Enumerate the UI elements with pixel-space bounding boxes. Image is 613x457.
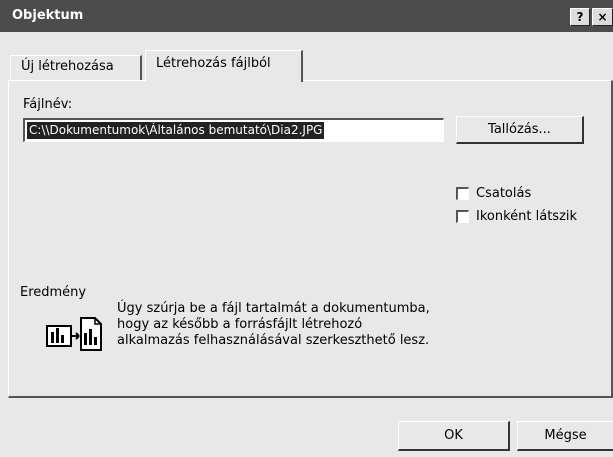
help-button[interactable]: ? bbox=[570, 8, 590, 26]
object-dialog: Objektum ? × Új létrehozása Létrehozás f… bbox=[0, 0, 613, 457]
title-bar: Objektum ? × bbox=[0, 0, 613, 32]
help-icon: ? bbox=[576, 10, 584, 24]
cancel-button-label: Mégse bbox=[544, 428, 587, 443]
filename-label: Fájlnév: bbox=[23, 97, 73, 112]
tab-create-new[interactable]: Új létrehozása bbox=[10, 55, 142, 81]
close-icon: × bbox=[597, 10, 608, 24]
display-as-icon-checkbox-label: Ikonként látszik bbox=[476, 209, 578, 224]
close-button[interactable]: × bbox=[592, 8, 613, 26]
link-checkbox[interactable] bbox=[456, 187, 469, 200]
browse-button-label: Tallózás... bbox=[488, 122, 551, 137]
cancel-button[interactable]: Mégse bbox=[517, 421, 613, 451]
result-line: hogy az később a forrásfájlt létrehozó bbox=[117, 317, 363, 332]
tab-create-new-label: Új létrehozása bbox=[21, 59, 114, 74]
link-checkbox-label: Csatolás bbox=[476, 186, 532, 201]
filename-value: C:\\Dokumentumok\Általános bemutató\Dia2… bbox=[27, 122, 325, 139]
embed-document-icon bbox=[46, 311, 102, 355]
result-description: Úgy szúrja be a fájl tartalmát a dokumen… bbox=[117, 301, 457, 349]
result-line: Úgy szúrja be a fájl tartalmát a dokumen… bbox=[117, 301, 430, 316]
result-line: alkalmazás felhasználásával szerkeszthet… bbox=[117, 333, 430, 348]
tab-create-from-file[interactable]: Létrehozás fájlból bbox=[145, 50, 303, 82]
browse-button[interactable]: Tallózás... bbox=[456, 116, 584, 144]
result-heading: Eredmény bbox=[20, 285, 87, 300]
tab-create-from-file-label: Létrehozás fájlból bbox=[156, 56, 271, 71]
display-as-icon-checkbox[interactable] bbox=[456, 210, 469, 223]
ok-button-label: OK bbox=[444, 428, 463, 443]
filename-field[interactable]: C:\\Dokumentumok\Általános bemutató\Dia2… bbox=[23, 118, 444, 142]
dialog-title: Objektum bbox=[12, 8, 84, 23]
ok-button[interactable]: OK bbox=[398, 421, 510, 451]
